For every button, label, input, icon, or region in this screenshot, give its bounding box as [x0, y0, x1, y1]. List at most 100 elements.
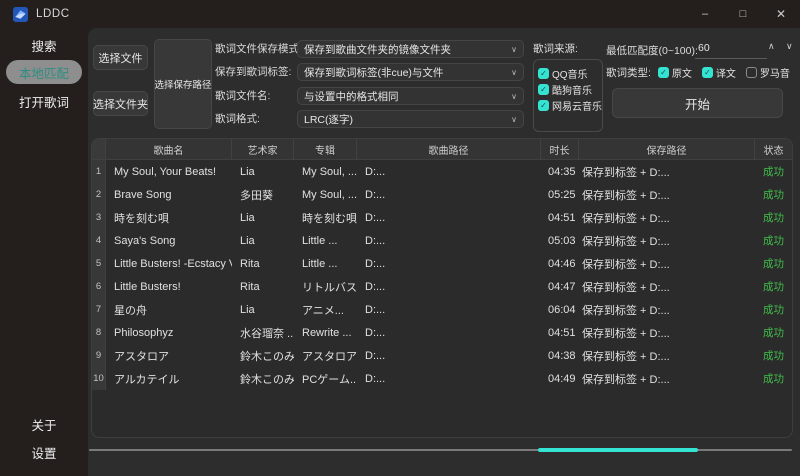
cell-save-path: 保存到标签 + D:...: [582, 373, 670, 386]
cell-artist: 鈴木このみ: [240, 350, 294, 363]
spin-up-icon[interactable]: ∧: [768, 41, 775, 52]
table-row[interactable]: 9 アスタロア 鈴木このみ アスタロア/... D:... 04:38 保存到标…: [92, 344, 792, 367]
checkbox-checked-icon[interactable]: ✓: [538, 99, 549, 111]
cell-album: Rewrite ...: [302, 326, 352, 339]
table-row[interactable]: 10 アルカテイル 鈴木このみ PCゲーム... D:... 04:49 保存到…: [92, 367, 792, 390]
source-label: 歌词来源:: [533, 43, 578, 55]
cell-duration: 04:49: [548, 372, 576, 385]
filename-select[interactable]: 与设置中的格式相同 ∨: [297, 87, 524, 105]
sidebar-item-about[interactable]: 关于: [0, 413, 88, 435]
sidebar-item-open-lyrics[interactable]: 打开歌词: [0, 90, 88, 112]
source-option-netease[interactable]: ✓ 网易云音乐: [538, 97, 602, 113]
table-row[interactable]: 4 Saya's Song Lia Little ... D:... 05:03…: [92, 229, 792, 252]
table-row[interactable]: 8 Philosophyz 水谷瑠奈 ... Rewrite ... D:...…: [92, 321, 792, 344]
select-folder-button[interactable]: 选择文件夹: [93, 91, 148, 116]
sidebar: 搜索 本地匹配 打开歌词 关于 设置: [0, 28, 88, 476]
cell-album: Little ...: [302, 234, 338, 247]
row-index: 8: [92, 321, 106, 344]
source-option-label: 网易云音乐: [552, 101, 602, 113]
header-album[interactable]: 专辑: [294, 139, 357, 159]
save-tag-select[interactable]: 保存到歌词标签(非cue)与文件 ∨: [297, 63, 524, 81]
cell-path: D:...: [365, 303, 386, 316]
cell-path: D:...: [365, 372, 386, 385]
status-badge: 成功: [763, 212, 784, 224]
cell-duration: 05:03: [548, 234, 576, 247]
save-mode-value: 保存到歌曲文件夹的镜像文件夹: [304, 43, 451, 56]
sidebar-item-local-match[interactable]: 本地匹配: [6, 60, 82, 84]
cell-artist: 水谷瑠奈 ...: [240, 327, 294, 340]
cell-artist: Rita: [240, 257, 260, 270]
progress-bar: [89, 448, 792, 452]
check-icon: ✓: [540, 100, 547, 110]
checkbox-checked-icon[interactable]: ✓: [657, 66, 669, 78]
cell-artist: Lia: [240, 303, 255, 316]
cell-save-path: 保存到标签 + D:...: [582, 212, 670, 225]
status-badge: 成功: [763, 281, 784, 293]
source-option-kugou[interactable]: ✓ 酷狗音乐: [538, 81, 602, 97]
lyric-type-romaji[interactable]: 罗马音: [745, 65, 790, 80]
cell-path: D:...: [365, 188, 386, 201]
table-row[interactable]: 7 星の舟 Lia アニメ... D:... 06:04 保存到标签 + D:.…: [92, 298, 792, 321]
lyric-type-translation[interactable]: ✓ 译文: [701, 65, 736, 80]
header-save-path[interactable]: 保存路径: [579, 139, 755, 159]
source-option-qq[interactable]: ✓ QQ音乐: [538, 65, 602, 81]
select-file-button[interactable]: 选择文件: [93, 45, 148, 70]
checkbox-checked-icon[interactable]: ✓: [701, 66, 713, 78]
cell-path: D:...: [365, 211, 386, 224]
cell-path: D:...: [365, 165, 386, 178]
cell-artist: 多田葵: [240, 189, 273, 202]
checkbox-checked-icon[interactable]: ✓: [538, 83, 549, 95]
cell-song: Saya's Song: [114, 234, 176, 247]
filename-label: 歌词文件名:: [215, 90, 271, 102]
format-select[interactable]: LRC(逐字) ∨: [297, 110, 524, 128]
table-row[interactable]: 1 My Soul, Your Beats! Lia My Soul, ... …: [92, 160, 792, 183]
checkbox-unchecked-icon[interactable]: [745, 66, 757, 78]
select-save-path-button[interactable]: 选择保存路径: [154, 39, 212, 129]
cell-save-path: 保存到标签 + D:...: [582, 350, 670, 363]
cell-artist: Lia: [240, 234, 255, 247]
cell-save-path: 保存到标签 + D:...: [582, 235, 670, 248]
cell-artist: Lia: [240, 165, 255, 178]
start-button[interactable]: 开始: [612, 88, 783, 118]
check-icon: ✓: [660, 67, 667, 77]
format-value: LRC(逐字): [304, 113, 353, 126]
lyric-type-original[interactable]: ✓ 原文: [657, 65, 692, 80]
status-badge: 成功: [763, 373, 784, 385]
status-badge: 成功: [763, 235, 784, 247]
cell-song: Little Busters! -Ecstacy Ver.-: [114, 257, 232, 270]
lyric-type-label: 歌词类型:: [606, 66, 651, 79]
checkbox-checked-icon[interactable]: ✓: [538, 67, 549, 79]
row-index: 4: [92, 229, 106, 252]
header-duration[interactable]: 时长: [541, 139, 579, 159]
cell-path: D:...: [365, 326, 386, 339]
source-option-label: QQ音乐: [552, 69, 588, 81]
save-mode-select[interactable]: 保存到歌曲文件夹的镜像文件夹 ∨: [297, 40, 524, 58]
cell-save-path: 保存到标签 + D:...: [582, 258, 670, 271]
close-button[interactable]: ✕: [762, 0, 800, 28]
filename-value: 与设置中的格式相同: [304, 90, 399, 103]
sidebar-item-settings[interactable]: 设置: [0, 441, 88, 463]
cell-song: Philosophyz: [114, 326, 174, 339]
cell-song: 星の舟: [114, 304, 147, 317]
table-row[interactable]: 6 Little Busters! Rita リトルバス... D:... 04…: [92, 275, 792, 298]
status-badge: 成功: [763, 189, 784, 201]
table-row[interactable]: 5 Little Busters! -Ecstacy Ver.- Rita Li…: [92, 252, 792, 275]
window-title: LDDC: [36, 8, 70, 20]
sidebar-item-search[interactable]: 搜索: [0, 34, 88, 56]
row-index: 6: [92, 275, 106, 298]
minimize-button[interactable]: –: [686, 0, 724, 28]
cell-save-path: 保存到标签 + D:...: [582, 327, 670, 340]
progress-chunk: [537, 448, 698, 452]
spin-down-icon[interactable]: ∨: [786, 41, 793, 52]
header-song-path[interactable]: 歌曲路径: [357, 139, 541, 159]
table-row[interactable]: 3 時を刻む唄 Lia 時を刻む唄 ... D:... 04:51 保存到标签 …: [92, 206, 792, 229]
check-icon: ✓: [540, 84, 547, 94]
header-song[interactable]: 歌曲名: [106, 139, 232, 159]
header-status[interactable]: 状态: [755, 139, 792, 159]
min-match-input[interactable]: 60: [698, 42, 710, 54]
maximize-button[interactable]: □: [724, 0, 762, 28]
check-icon: ✓: [704, 67, 711, 77]
table-row[interactable]: 2 Brave Song 多田葵 My Soul, ... D:... 05:2…: [92, 183, 792, 206]
header-artist[interactable]: 艺术家: [232, 139, 294, 159]
cell-album: アスタロア/...: [302, 350, 357, 363]
